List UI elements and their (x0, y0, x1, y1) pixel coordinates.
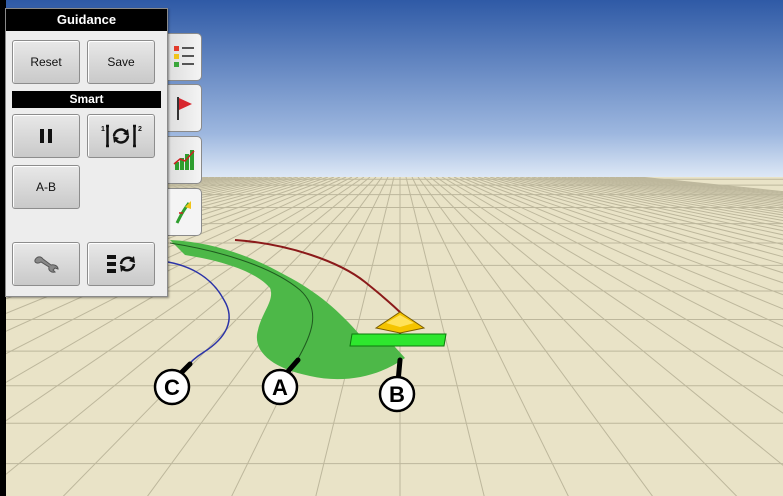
swap-line-button[interactable]: 1 2 (87, 114, 155, 158)
callout-c-label: C (164, 375, 180, 400)
guidance-icon (175, 201, 191, 224)
tab-guidance[interactable] (166, 188, 202, 236)
callout-a-label: A (272, 375, 288, 400)
ab-button[interactable]: A-B (12, 165, 80, 209)
callout-b: B (378, 375, 416, 413)
cycle-lines-icon (107, 255, 136, 273)
tab-layers[interactable] (166, 33, 202, 81)
cycle-lines-button[interactable] (87, 242, 155, 286)
reset-button[interactable]: Reset (12, 40, 80, 84)
swap-line-icon: 1 2 (101, 124, 142, 148)
svg-text:1: 1 (101, 126, 105, 133)
callout-b-label: B (389, 382, 405, 407)
guidance-panel: Guidance Reset Save Smart 1 2 A-B (5, 8, 168, 297)
pause-icon (40, 129, 52, 143)
callout-a: A (261, 368, 299, 406)
tab-flags[interactable] (166, 84, 202, 132)
svg-text:2: 2 (138, 126, 142, 133)
tab-yield[interactable] (166, 136, 202, 184)
callout-c: C (153, 368, 191, 406)
save-button[interactable]: Save (87, 40, 155, 84)
smart-title: Smart (12, 91, 161, 108)
panel-title: Guidance (6, 9, 167, 31)
implement-bar (349, 333, 447, 347)
list-icon (173, 46, 194, 67)
flag-icon (176, 97, 192, 120)
settings-button[interactable] (12, 242, 80, 286)
wrench-icon (34, 256, 59, 273)
pause-button[interactable] (12, 114, 80, 158)
bar-chart-icon (173, 150, 195, 170)
